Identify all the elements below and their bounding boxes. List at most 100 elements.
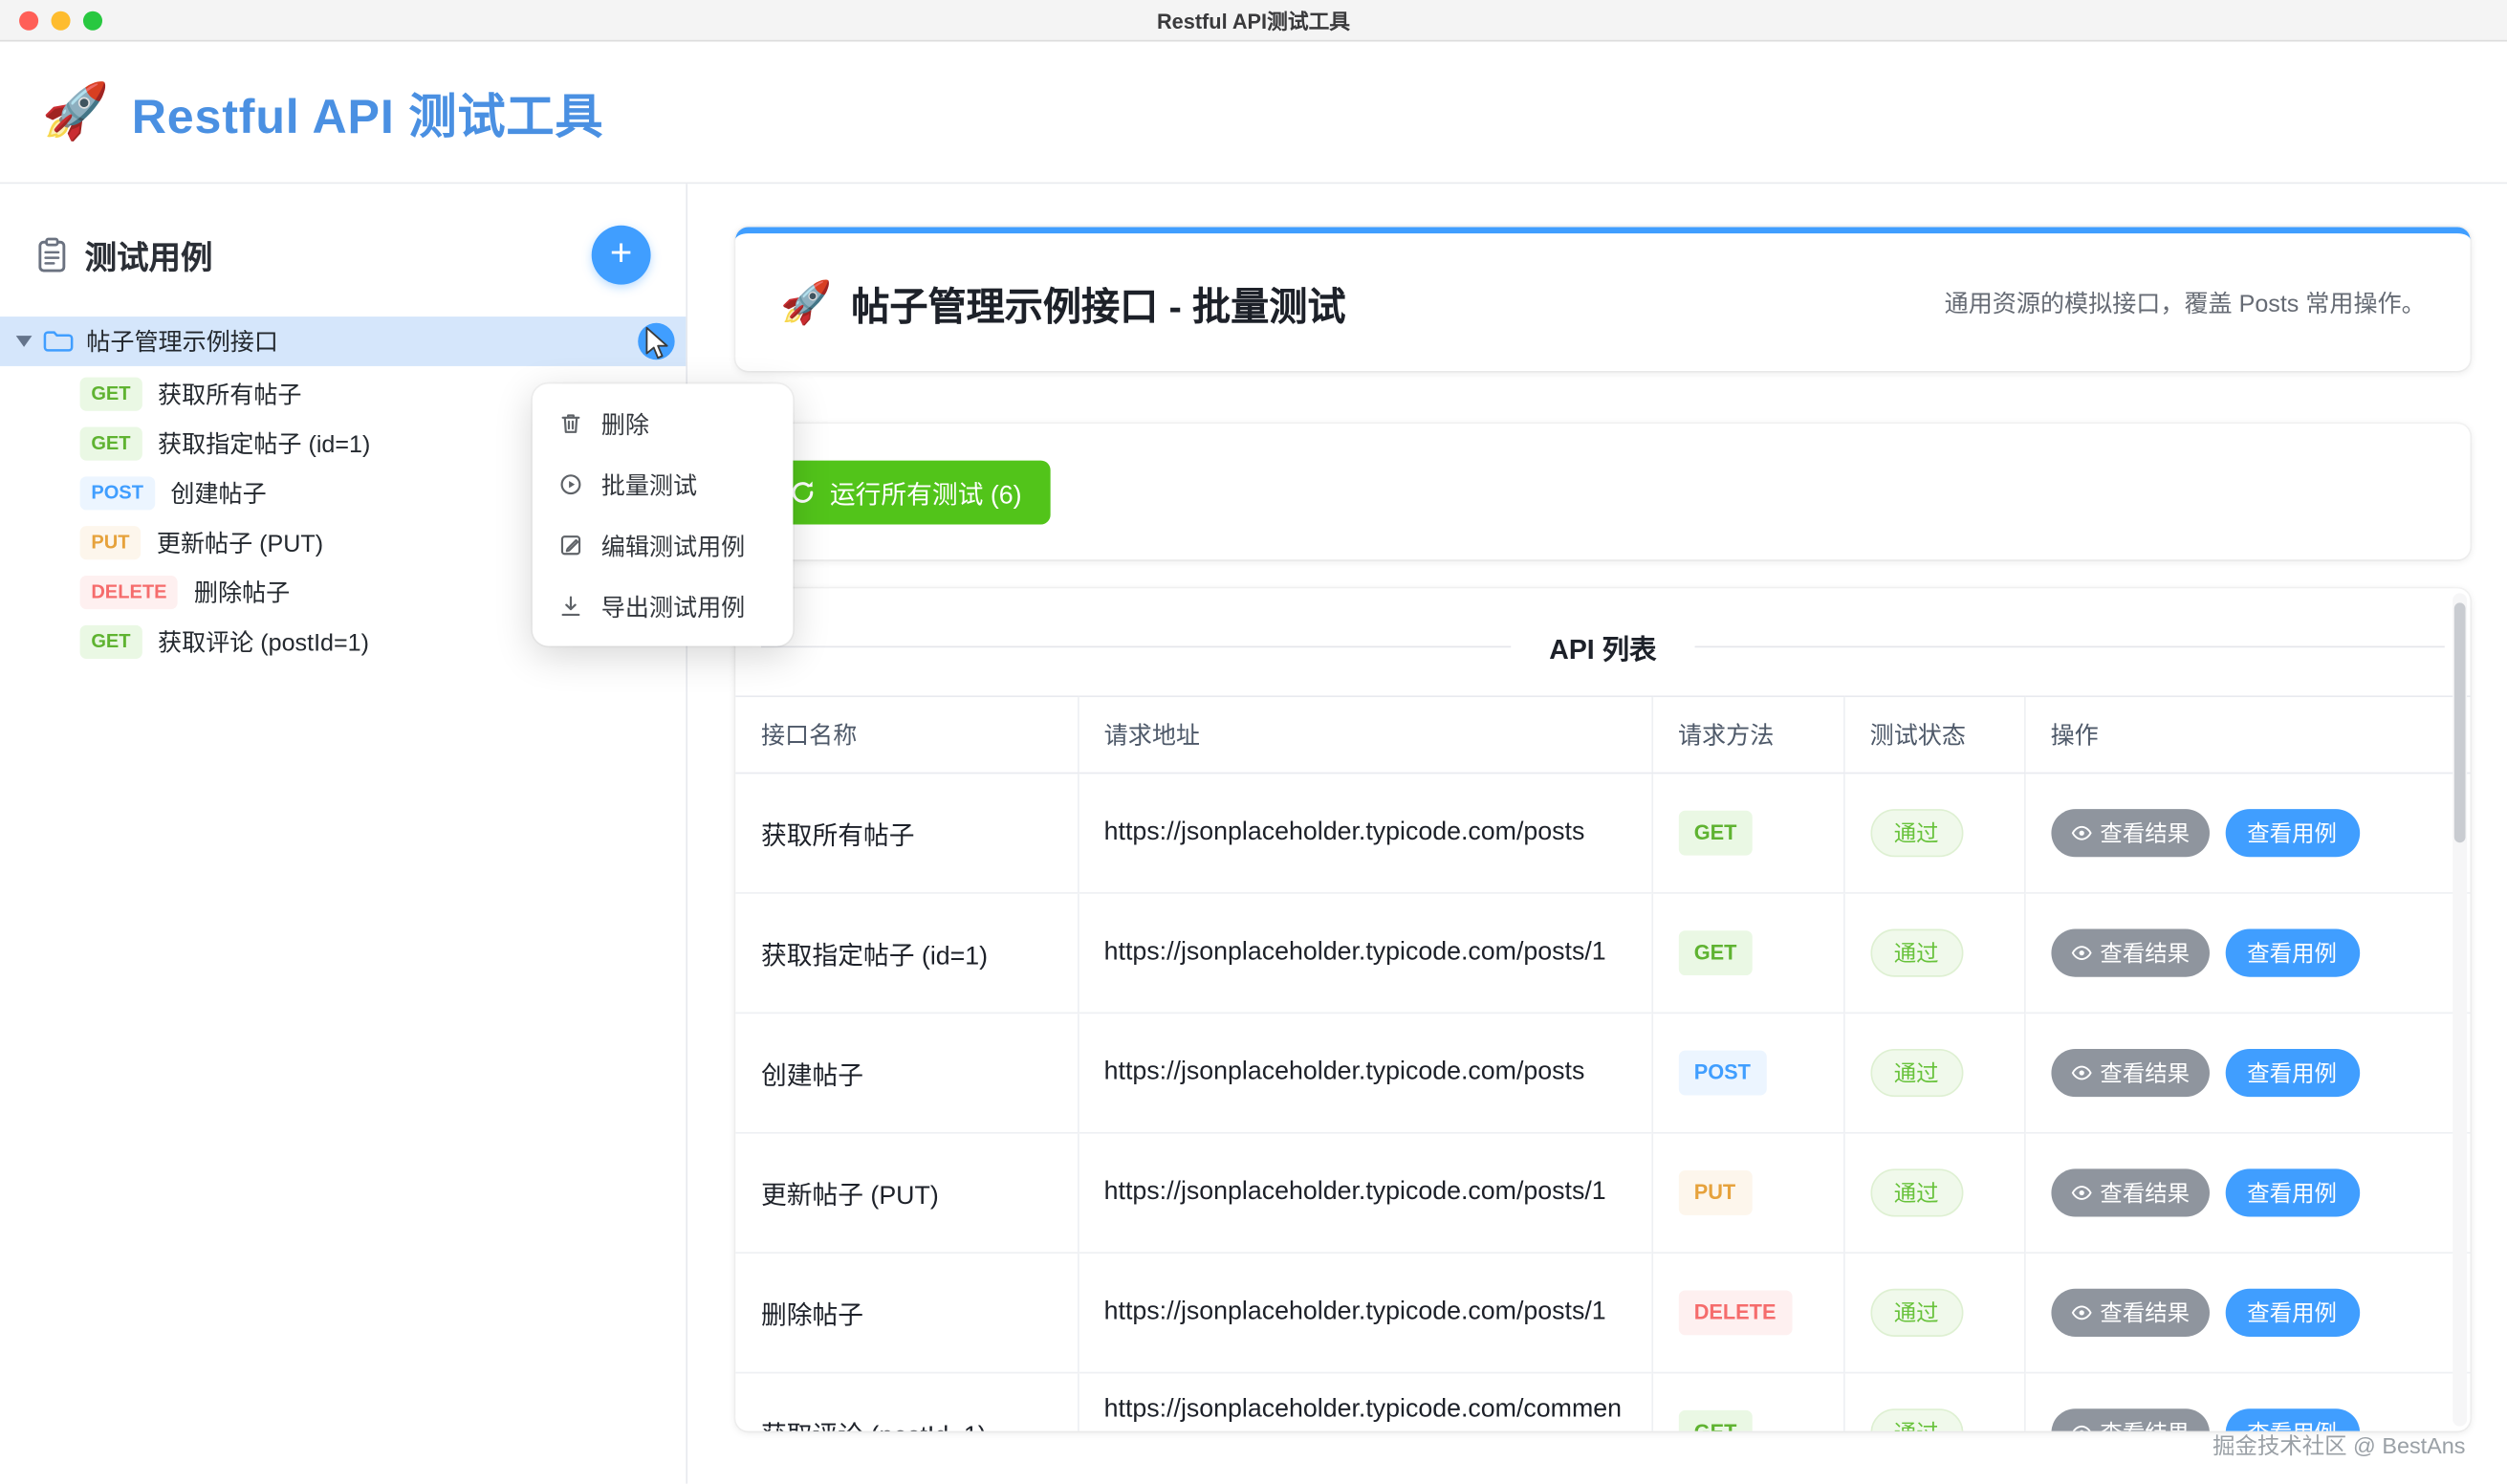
view-result-label: 查看结果: [2100, 937, 2190, 969]
table-scrollbar[interactable]: [2452, 593, 2467, 1426]
app-window: Restful API测试工具 🚀 Restful API 测试工具 测试用例 …: [0, 0, 2507, 1484]
row-actions: 查看结果 查看用例: [2051, 1049, 2445, 1097]
tree-item-label: 获取评论 (postId=1): [158, 625, 369, 659]
api-url-cell: https://jsonplaceholder.typicode.com/pos…: [1078, 774, 1651, 893]
row-actions: 查看结果 查看用例: [2051, 1289, 2445, 1337]
api-actions-cell: 查看结果 查看用例: [2024, 774, 2471, 893]
suite-header-card: 🚀 帖子管理示例接口 - 批量测试 通用资源的模拟接口，覆盖 Posts 常用操…: [735, 227, 2470, 370]
row-actions: 查看结果 查看用例: [2051, 809, 2445, 857]
api-actions-cell: 查看结果 查看用例: [2024, 1013, 2471, 1132]
view-case-button[interactable]: 查看用例: [2225, 929, 2359, 977]
fullscreen-window-button[interactable]: [83, 11, 102, 31]
tree-folder-row[interactable]: 帖子管理示例接口: [0, 316, 686, 366]
toolbar-card: 运行所有测试 (6): [735, 424, 2470, 559]
api-name-cell: 删除帖子: [735, 1253, 1078, 1372]
mouse-cursor: [644, 326, 671, 362]
add-test-suite-button[interactable]: +: [592, 226, 651, 285]
rocket-icon: 🚀: [780, 281, 832, 322]
eye-icon: [2070, 822, 2092, 844]
sidebar: 测试用例 + 帖子管理示例接口 GET 获取所有帖子 GET 获取指定帖子 (i…: [0, 184, 687, 1483]
menu-item-export[interactable]: 导出测试用例: [533, 576, 794, 637]
window-title: Restful API测试工具: [1157, 5, 1350, 35]
col-header-status: 测试状态: [1843, 696, 2024, 773]
status-badge: 通过: [1870, 809, 1963, 857]
view-result-button[interactable]: 查看结果: [2051, 929, 2210, 977]
eye-icon: [2070, 942, 2092, 964]
menu-item-batch-test[interactable]: 批量测试: [533, 454, 794, 515]
menu-item-label: 编辑测试用例: [601, 529, 746, 562]
minimize-window-button[interactable]: [52, 11, 71, 31]
suite-description: 通用资源的模拟接口，覆盖 Posts 常用操作。: [1945, 285, 2426, 318]
tree-item-label: 删除帖子: [194, 576, 290, 609]
tree-item-label: 创建帖子: [170, 476, 266, 510]
view-result-label: 查看结果: [2100, 817, 2190, 848]
table-row: 更新帖子 (PUT) https://jsonplaceholder.typic…: [735, 1133, 2470, 1253]
sidebar-title: 测试用例: [85, 231, 213, 277]
menu-item-label: 导出测试用例: [601, 589, 746, 622]
view-case-button[interactable]: 查看用例: [2225, 809, 2359, 857]
view-result-button[interactable]: 查看结果: [2051, 1289, 2210, 1337]
col-header-actions: 操作: [2024, 696, 2471, 773]
api-url-cell: https://jsonplaceholder.typicode.com/com…: [1078, 1373, 1651, 1431]
clipboard-icon: [35, 236, 69, 273]
view-result-button[interactable]: 查看结果: [2051, 1049, 2210, 1097]
api-method-cell: PUT: [1651, 1133, 1843, 1253]
caret-down-icon[interactable]: [16, 336, 33, 347]
divider-line: [761, 646, 1511, 648]
row-actions: 查看结果 查看用例: [2051, 1168, 2445, 1216]
app-header: 🚀 Restful API 测试工具: [0, 41, 2507, 184]
view-case-button[interactable]: 查看用例: [2225, 1168, 2359, 1216]
row-actions: 查看结果 查看用例: [2051, 1409, 2445, 1431]
view-result-button[interactable]: 查看结果: [2051, 809, 2210, 857]
view-result-button[interactable]: 查看结果: [2051, 1409, 2210, 1431]
row-actions: 查看结果 查看用例: [2051, 929, 2445, 977]
table-row: 获取所有帖子 https://jsonplaceholder.typicode.…: [735, 774, 2470, 893]
api-list-title: API 列表: [1549, 627, 1656, 667]
main-content: 🚀 帖子管理示例接口 - 批量测试 通用资源的模拟接口，覆盖 Posts 常用操…: [687, 184, 2507, 1483]
method-badge: GET: [1678, 931, 1753, 975]
view-result-label: 查看结果: [2100, 1297, 2190, 1328]
app-title: Restful API 测试工具: [132, 76, 604, 147]
api-status-cell: 通过: [1843, 1013, 2024, 1132]
api-status-cell: 通过: [1843, 893, 2024, 1013]
scrollbar-thumb[interactable]: [2454, 602, 2466, 842]
export-icon: [558, 593, 584, 619]
api-name-cell: 获取所有帖子: [735, 774, 1078, 893]
method-badge: PUT: [1678, 1170, 1752, 1214]
api-actions-cell: 查看结果 查看用例: [2024, 1373, 2471, 1431]
api-name-cell: 创建帖子: [735, 1013, 1078, 1132]
method-badge: POST: [1678, 1051, 1767, 1095]
suite-title: 帖子管理示例接口 - 批量测试: [851, 274, 1345, 331]
view-case-label: 查看用例: [2247, 817, 2337, 848]
table-row: 获取指定帖子 (id=1) https://jsonplaceholder.ty…: [735, 893, 2470, 1013]
method-badge: DELETE: [1678, 1291, 1792, 1335]
menu-item-delete[interactable]: 删除: [533, 393, 794, 454]
menu-item-label: 删除: [601, 407, 649, 441]
view-case-button[interactable]: 查看用例: [2225, 1409, 2359, 1431]
table-header-row: 接口名称 请求地址 请求方法 测试状态 操作: [735, 696, 2470, 773]
tree-item-label: 获取指定帖子 (id=1): [158, 426, 370, 460]
rocket-logo-icon: 🚀: [41, 85, 109, 140]
col-header-method: 请求方法: [1651, 696, 1843, 773]
view-case-label: 查看用例: [2247, 1057, 2337, 1088]
tree-item-label: 获取所有帖子: [158, 378, 302, 411]
api-method-cell: DELETE: [1651, 1253, 1843, 1372]
col-header-url: 请求地址: [1078, 696, 1651, 773]
api-list-section-title: API 列表: [735, 627, 2470, 667]
view-case-button[interactable]: 查看用例: [2225, 1289, 2359, 1337]
view-result-button[interactable]: 查看结果: [2051, 1168, 2210, 1216]
menu-item-edit[interactable]: 编辑测试用例: [533, 514, 794, 576]
method-badge: GET: [80, 626, 142, 659]
method-badge: POST: [80, 477, 155, 510]
status-badge: 通过: [1870, 1409, 1963, 1431]
api-status-cell: 通过: [1843, 774, 2024, 893]
api-status-cell: 通过: [1843, 1373, 2024, 1431]
api-status-cell: 通过: [1843, 1133, 2024, 1253]
close-window-button[interactable]: [19, 11, 38, 31]
status-badge: 通过: [1870, 1049, 1963, 1097]
plus-icon: +: [610, 234, 632, 273]
eye-icon: [2070, 1422, 2092, 1431]
run-all-tests-button[interactable]: 运行所有测试 (6): [761, 460, 1051, 524]
view-case-label: 查看用例: [2247, 1297, 2337, 1328]
view-case-button[interactable]: 查看用例: [2225, 1049, 2359, 1097]
